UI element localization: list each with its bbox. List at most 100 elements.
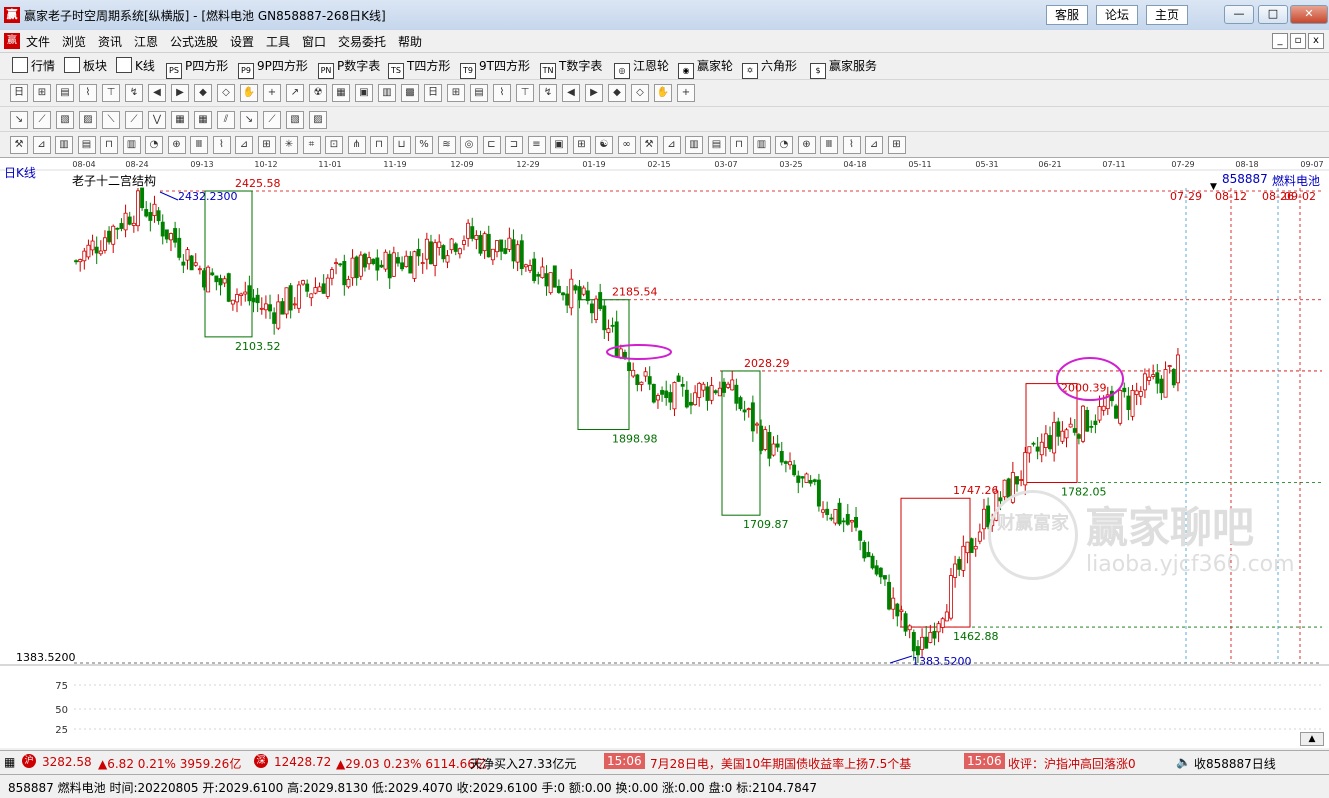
- toolbar-p9-button[interactable]: P9 9P四方形: [238, 57, 308, 79]
- menu-item-0[interactable]: 文件: [26, 33, 50, 50]
- chart-tool-14-icon[interactable]: ▦: [332, 84, 350, 102]
- analysis-tool-8-icon[interactable]: Ⅲ: [190, 136, 208, 154]
- menu-item-2[interactable]: 资讯: [98, 33, 122, 50]
- chart-tool-6-icon[interactable]: ◀: [148, 84, 166, 102]
- analysis-tool-15-icon[interactable]: ⋔: [347, 136, 366, 154]
- draw-tool-0-icon[interactable]: ↘: [10, 111, 28, 129]
- chart-tool-19-icon[interactable]: ⊞: [447, 84, 465, 102]
- toolbar-grid-button[interactable]: 行情: [12, 57, 55, 75]
- draw-tool-6-icon[interactable]: ⋁: [148, 111, 166, 129]
- analysis-tool-14-icon[interactable]: ⊡: [325, 136, 343, 154]
- analysis-tool-6-icon[interactable]: ◔: [145, 136, 163, 154]
- toolbar-winner-wheel-button[interactable]: ◉ 赢家轮: [678, 57, 733, 79]
- analysis-tool-34-icon[interactable]: ◔: [775, 136, 793, 154]
- analysis-tool-25-icon[interactable]: ⊞: [572, 136, 591, 154]
- draw-tool-11-icon[interactable]: ⟋: [263, 111, 281, 129]
- analysis-tool-0-icon[interactable]: ⚒: [10, 136, 28, 154]
- mdi-restore-button[interactable]: ▫: [1290, 33, 1306, 49]
- kline-chart[interactable]: 08-04 08-24 09-13 10-12 11-01 11-19 12-09 12-29…: [0, 158, 1329, 748]
- toolbar-ps-button[interactable]: PS P四方形: [166, 57, 228, 79]
- menu-item-6[interactable]: 工具: [266, 33, 290, 50]
- draw-tool-3-icon[interactable]: ▨: [79, 111, 97, 129]
- analysis-tool-7-icon[interactable]: ⊕: [167, 136, 186, 154]
- chart-tool-23-icon[interactable]: ↯: [539, 84, 557, 102]
- analysis-tool-22-icon[interactable]: ⊐: [505, 136, 523, 154]
- close-button[interactable]: ✕: [1290, 5, 1328, 24]
- toolbar-candle-button[interactable]: K线: [116, 57, 155, 75]
- toolbar-dollar-button[interactable]: $ 赢家服务: [810, 57, 877, 79]
- chart-tool-21-icon[interactable]: ⌇: [493, 84, 511, 102]
- analysis-tool-37-icon[interactable]: ⌇: [842, 136, 861, 154]
- analysis-tool-4-icon[interactable]: ⊓: [100, 136, 118, 154]
- kline-chart-area[interactable]: 08-04 08-24 09-13 10-12 11-01 11-19 12-09 12-29…: [0, 157, 1329, 748]
- analysis-tool-20-icon[interactable]: ◎: [460, 136, 478, 154]
- chart-tool-15-icon[interactable]: ▣: [355, 84, 373, 102]
- toolbar-pn-button[interactable]: PN P数字表: [318, 57, 380, 79]
- chart-tool-8-icon[interactable]: ◆: [194, 84, 212, 102]
- analysis-tool-21-icon[interactable]: ⊏: [482, 136, 501, 154]
- news-headline-2[interactable]: 收评：沪指冲高回落涨0: [1008, 755, 1136, 772]
- customer-service-link[interactable]: 客服: [1046, 5, 1089, 25]
- chart-tool-17-icon[interactable]: ▩: [401, 84, 419, 102]
- chart-tool-10-icon[interactable]: ✋: [240, 84, 258, 102]
- toolbar-hexagon-button[interactable]: ✡ 六角形: [742, 57, 797, 79]
- analysis-tool-35-icon[interactable]: ⊕: [797, 136, 816, 154]
- chart-tool-0-icon[interactable]: 日: [10, 84, 28, 102]
- draw-tool-7-icon[interactable]: ▦: [171, 111, 189, 129]
- chart-tool-13-icon[interactable]: ☢: [309, 84, 327, 102]
- mdi-close-button[interactable]: x: [1308, 33, 1324, 49]
- analysis-tool-13-icon[interactable]: ⌗: [302, 136, 321, 154]
- chart-tool-20-icon[interactable]: ▤: [470, 84, 488, 102]
- mdi-minimize-button[interactable]: _: [1272, 33, 1288, 49]
- analysis-tool-24-icon[interactable]: ▣: [550, 136, 568, 154]
- chart-tool-24-icon[interactable]: ◀: [562, 84, 580, 102]
- chart-tool-7-icon[interactable]: ▶: [171, 84, 189, 102]
- analysis-tool-38-icon[interactable]: ⊿: [865, 136, 883, 154]
- chart-tool-28-icon[interactable]: ✋: [654, 84, 672, 102]
- chart-tool-12-icon[interactable]: ↗: [286, 84, 304, 102]
- menu-item-3[interactable]: 江恩: [134, 33, 158, 50]
- analysis-tool-28-icon[interactable]: ⚒: [640, 136, 658, 154]
- toolbar-tn-button[interactable]: TN T数字表: [540, 57, 602, 79]
- analysis-tool-29-icon[interactable]: ⊿: [662, 136, 681, 154]
- volume-icon[interactable]: 🔈: [1176, 755, 1191, 769]
- draw-tool-1-icon[interactable]: ⟋: [33, 111, 51, 129]
- maximize-button[interactable]: □: [1258, 5, 1288, 24]
- analysis-tool-2-icon[interactable]: ▥: [55, 136, 73, 154]
- draw-tool-8-icon[interactable]: ▦: [194, 111, 212, 129]
- analysis-tool-27-icon[interactable]: ∞: [617, 136, 636, 154]
- analysis-tool-26-icon[interactable]: ☯: [595, 136, 613, 154]
- analysis-tool-32-icon[interactable]: ⊓: [730, 136, 748, 154]
- draw-tool-5-icon[interactable]: ⟋: [125, 111, 143, 129]
- analysis-tool-12-icon[interactable]: ✳: [280, 136, 298, 154]
- analysis-tool-36-icon[interactable]: Ⅲ: [820, 136, 838, 154]
- draw-tool-9-icon[interactable]: ⫽: [217, 111, 235, 129]
- chart-tool-18-icon[interactable]: 日: [424, 84, 442, 102]
- chart-tool-26-icon[interactable]: ◆: [608, 84, 626, 102]
- ticker-grid-icon[interactable]: ▦: [4, 755, 15, 769]
- toolbar-ts-button[interactable]: TS T四方形: [388, 57, 450, 79]
- menu-item-5[interactable]: 设置: [230, 33, 254, 50]
- analysis-tool-9-icon[interactable]: ⌇: [212, 136, 231, 154]
- chart-tool-5-icon[interactable]: ↯: [125, 84, 143, 102]
- analysis-tool-5-icon[interactable]: ▥: [122, 136, 141, 154]
- draw-tool-10-icon[interactable]: ↘: [240, 111, 258, 129]
- chart-tool-11-icon[interactable]: +: [263, 84, 281, 102]
- homepage-link[interactable]: 主页: [1146, 5, 1189, 25]
- chart-tool-22-icon[interactable]: ⊤: [516, 84, 534, 102]
- minimize-button[interactable]: —: [1224, 5, 1254, 24]
- dropdown-arrow-icon[interactable]: ▼: [1210, 182, 1217, 192]
- analysis-tool-3-icon[interactable]: ▤: [77, 136, 96, 154]
- menu-item-8[interactable]: 交易委托: [338, 33, 386, 50]
- chart-tool-16-icon[interactable]: ▥: [378, 84, 396, 102]
- analysis-tool-11-icon[interactable]: ⊞: [257, 136, 276, 154]
- analysis-tool-19-icon[interactable]: ≋: [437, 136, 456, 154]
- menu-item-1[interactable]: 浏览: [62, 33, 86, 50]
- menu-item-7[interactable]: 窗口: [302, 33, 326, 50]
- draw-tool-13-icon[interactable]: ▨: [309, 111, 327, 129]
- chart-tool-3-icon[interactable]: ⌇: [79, 84, 97, 102]
- toolbar-blocks-button[interactable]: 板块: [64, 57, 107, 75]
- draw-tool-4-icon[interactable]: ⟍: [102, 111, 120, 129]
- forum-link[interactable]: 论坛: [1096, 5, 1139, 25]
- chart-tool-1-icon[interactable]: ⊞: [33, 84, 51, 102]
